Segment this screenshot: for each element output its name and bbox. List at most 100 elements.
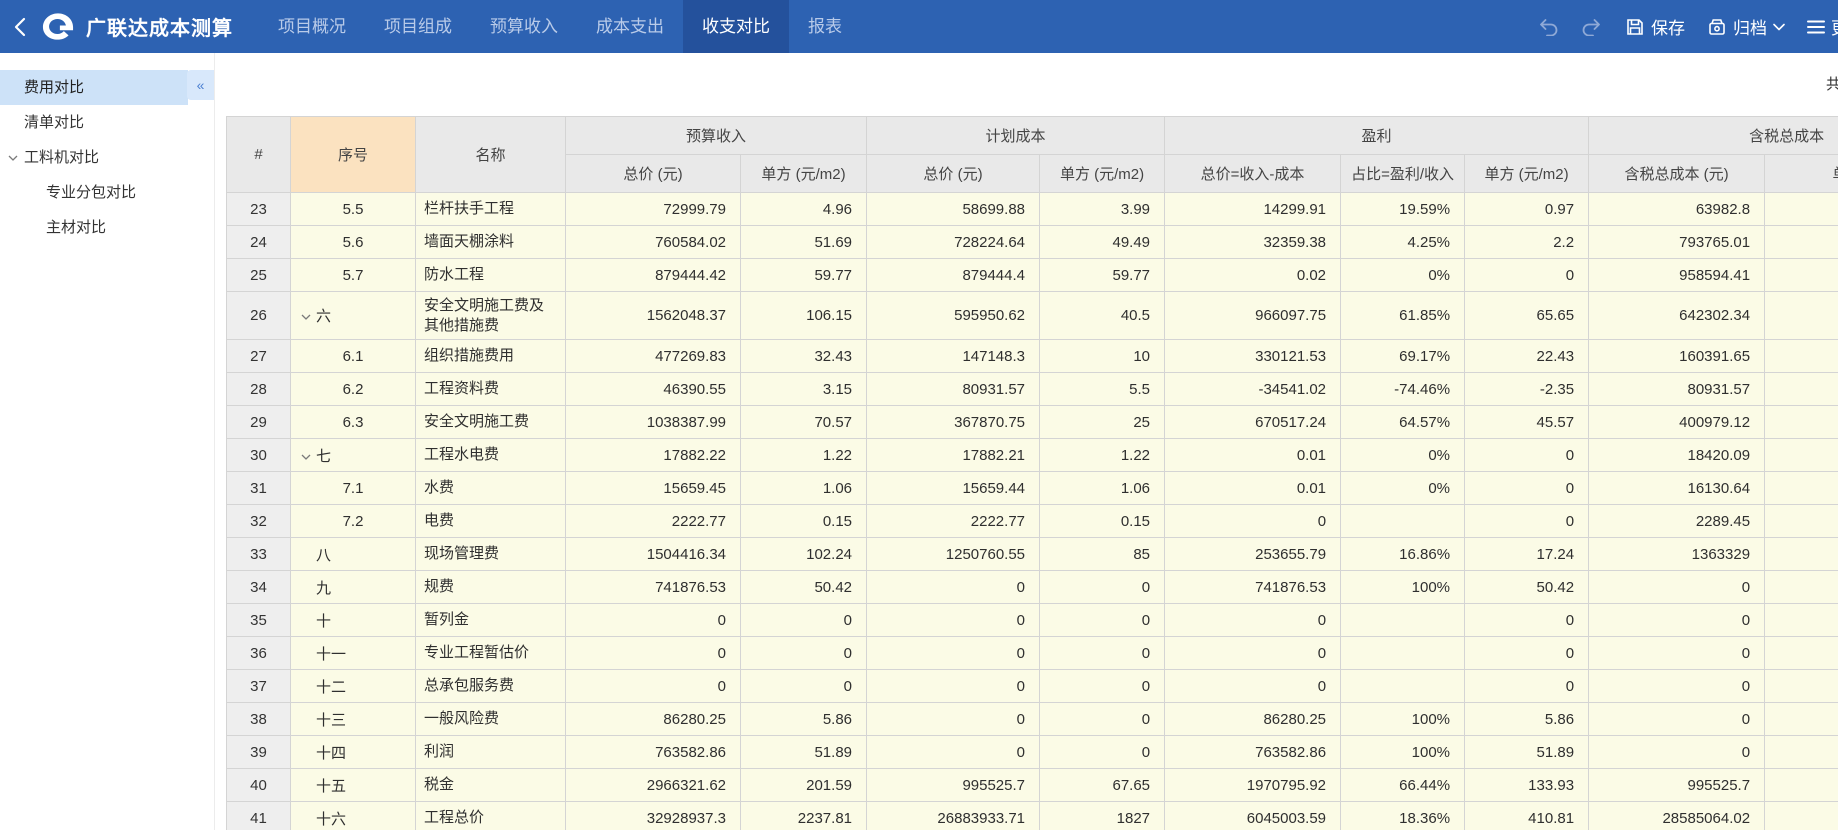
row-name-cell[interactable]: 规费 <box>416 571 566 604</box>
row-index-cell[interactable]: 29 <box>227 406 291 439</box>
row-name-cell[interactable]: 安全文明施工费 <box>416 406 566 439</box>
row-value-cell[interactable]: 0 <box>867 670 1040 703</box>
row-value-cell[interactable]: 253655.79 <box>1165 538 1341 571</box>
row-value-cell[interactable] <box>1765 259 1838 292</box>
row-value-cell[interactable]: 0 <box>1165 637 1341 670</box>
row-value-cell[interactable]: 670517.24 <box>1165 406 1341 439</box>
row-value-cell[interactable]: 86280.25 <box>1165 703 1341 736</box>
row-value-cell[interactable]: 1.06 <box>741 472 867 505</box>
row-value-cell[interactable]: 15659.44 <box>867 472 1040 505</box>
row-value-cell[interactable]: 0 <box>1040 703 1165 736</box>
row-value-cell[interactable]: 0.15 <box>741 505 867 538</box>
row-seq-cell[interactable]: 八 <box>291 538 416 571</box>
row-value-cell[interactable] <box>1765 193 1838 226</box>
row-value-cell[interactable]: 63982.8 <box>1589 193 1765 226</box>
row-index-cell[interactable]: 36 <box>227 637 291 670</box>
row-value-cell[interactable]: 58699.88 <box>867 193 1040 226</box>
row-value-cell[interactable]: -34541.02 <box>1165 373 1341 406</box>
row-name-cell[interactable]: 现场管理费 <box>416 538 566 571</box>
sidebar-item-3[interactable]: 专业分包对比 <box>0 175 188 210</box>
row-value-cell[interactable]: 18.36% <box>1341 802 1465 830</box>
row-name-cell[interactable]: 总承包服务费 <box>416 670 566 703</box>
row-value-cell[interactable]: 0 <box>1465 505 1589 538</box>
row-value-cell[interactable]: 3.99 <box>1040 193 1165 226</box>
nav-tab-1[interactable]: 项目组成 <box>365 0 471 53</box>
row-value-cell[interactable]: 2966321.62 <box>566 769 741 802</box>
row-value-cell[interactable]: 25 <box>1040 406 1165 439</box>
row-value-cell[interactable] <box>1341 604 1465 637</box>
row-value-cell[interactable]: 5.86 <box>1465 703 1589 736</box>
row-value-cell[interactable]: 763582.86 <box>1165 736 1341 769</box>
row-name-cell[interactable]: 安全文明施工费及其他措施费 <box>416 292 566 340</box>
row-value-cell[interactable]: 28585064.02 <box>1589 802 1765 830</box>
back-button[interactable] <box>10 0 30 53</box>
row-value-cell[interactable]: 160391.65 <box>1589 340 1765 373</box>
row-value-cell[interactable]: 102.24 <box>741 538 867 571</box>
row-value-cell[interactable]: 0 <box>1040 571 1165 604</box>
row-seq-cell[interactable]: 5.7 <box>291 259 416 292</box>
row-value-cell[interactable]: 1970795.92 <box>1165 769 1341 802</box>
row-value-cell[interactable]: 0 <box>741 604 867 637</box>
row-name-cell[interactable]: 税金 <box>416 769 566 802</box>
row-value-cell[interactable]: 1250760.55 <box>867 538 1040 571</box>
row-value-cell[interactable]: 0.97 <box>1465 193 1589 226</box>
save-button[interactable]: 保存 <box>1625 14 1685 39</box>
row-value-cell[interactable]: 0 <box>1465 259 1589 292</box>
row-seq-cell[interactable]: 7.2 <box>291 505 416 538</box>
nav-tab-5[interactable]: 报表 <box>789 0 861 53</box>
row-name-cell[interactable]: 工程资料费 <box>416 373 566 406</box>
row-value-cell[interactable]: 0% <box>1341 472 1465 505</box>
row-value-cell[interactable]: 0.01 <box>1165 472 1341 505</box>
row-value-cell[interactable]: 80931.57 <box>867 373 1040 406</box>
row-value-cell[interactable]: 19.59% <box>1341 193 1465 226</box>
row-value-cell[interactable]: 0 <box>1040 670 1165 703</box>
sidebar-item-4[interactable]: 主材对比 <box>0 210 188 245</box>
row-index-cell[interactable]: 40 <box>227 769 291 802</box>
row-value-cell[interactable]: 0 <box>867 571 1040 604</box>
row-value-cell[interactable]: 61.85% <box>1341 292 1465 340</box>
row-value-cell[interactable]: 0 <box>1465 472 1589 505</box>
row-value-cell[interactable]: 100% <box>1341 571 1465 604</box>
row-value-cell[interactable]: 0 <box>1589 670 1765 703</box>
row-value-cell[interactable]: 410.81 <box>1465 802 1589 830</box>
row-value-cell[interactable]: 0 <box>1040 736 1165 769</box>
nav-tab-0[interactable]: 项目概况 <box>259 0 365 53</box>
row-index-cell[interactable]: 39 <box>227 736 291 769</box>
row-value-cell[interactable]: 477269.83 <box>566 340 741 373</box>
row-seq-cell[interactable]: 6.2 <box>291 373 416 406</box>
row-seq-cell[interactable]: 十二 <box>291 670 416 703</box>
undo-button[interactable] <box>1537 18 1559 36</box>
row-value-cell[interactable]: 0 <box>867 736 1040 769</box>
more-menu-button[interactable]: 更 <box>1807 14 1838 39</box>
nav-tab-2[interactable]: 预算收入 <box>471 0 577 53</box>
row-value-cell[interactable]: 100% <box>1341 703 1465 736</box>
row-value-cell[interactable]: 0 <box>1465 637 1589 670</box>
row-value-cell[interactable]: 0 <box>1165 670 1341 703</box>
sidebar-item-2[interactable]: 工料机对比 <box>0 140 188 175</box>
row-value-cell[interactable]: 958594.41 <box>1589 259 1765 292</box>
row-name-cell[interactable]: 专业工程暂估价 <box>416 637 566 670</box>
row-value-cell[interactable]: 1.22 <box>1040 439 1165 472</box>
row-value-cell[interactable] <box>1765 637 1838 670</box>
row-value-cell[interactable]: 0 <box>1165 505 1341 538</box>
nav-tab-3[interactable]: 成本支出 <box>577 0 683 53</box>
row-value-cell[interactable] <box>1765 373 1838 406</box>
row-index-cell[interactable]: 23 <box>227 193 291 226</box>
row-value-cell[interactable]: 330121.53 <box>1165 340 1341 373</box>
row-seq-cell[interactable]: 十五 <box>291 769 416 802</box>
row-value-cell[interactable]: 4.25% <box>1341 226 1465 259</box>
row-name-cell[interactable]: 组织措施费用 <box>416 340 566 373</box>
row-value-cell[interactable] <box>1765 472 1838 505</box>
row-value-cell[interactable] <box>1765 703 1838 736</box>
row-value-cell[interactable] <box>1765 226 1838 259</box>
row-seq-cell[interactable]: 十六 <box>291 802 416 830</box>
sidebar-item-1[interactable]: 清单对比 <box>0 105 188 140</box>
row-value-cell[interactable] <box>1341 637 1465 670</box>
row-value-cell[interactable]: 45.57 <box>1465 406 1589 439</box>
row-value-cell[interactable]: 65.65 <box>1465 292 1589 340</box>
row-value-cell[interactable]: 100% <box>1341 736 1465 769</box>
row-value-cell[interactable]: 4.96 <box>741 193 867 226</box>
row-value-cell[interactable]: 85 <box>1040 538 1165 571</box>
row-value-cell[interactable]: 0.01 <box>1165 439 1341 472</box>
row-index-cell[interactable]: 25 <box>227 259 291 292</box>
